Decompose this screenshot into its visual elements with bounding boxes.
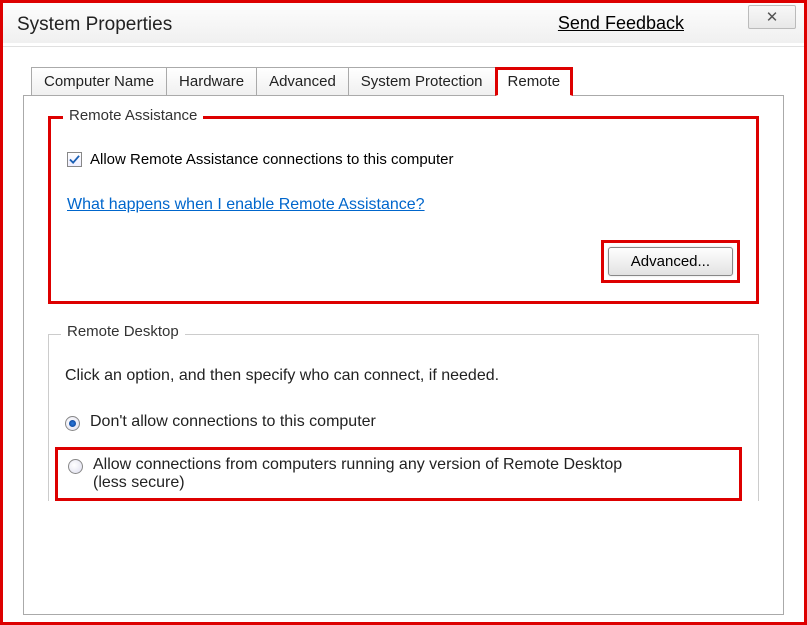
remote-desktop-instruction: Click an option, and then specify who ca… [65,367,742,385]
tab-system-protection[interactable]: System Protection [348,67,496,95]
remote-desktop-legend: Remote Desktop [61,323,185,340]
radio-allow-any[interactable] [68,459,83,474]
system-properties-window: System Properties Send Feedback ✕ Comput… [3,3,804,622]
close-icon: ✕ [766,8,779,26]
advanced-button-row: Advanced... [67,240,740,283]
send-feedback-link[interactable]: Send Feedback [558,13,684,34]
tab-computer-name[interactable]: Computer Name [31,67,167,95]
screenshot-highlight-border: System Properties Send Feedback ✕ Comput… [0,0,807,625]
titlebar: System Properties Send Feedback ✕ [3,3,804,47]
window-title: System Properties [17,14,172,36]
tab-remote[interactable]: Remote [495,67,574,96]
radio-dont-allow-row: Don't allow connections to this computer [65,413,742,431]
remote-desktop-group: Remote Desktop Click an option, and then… [48,334,759,501]
remote-assistance-group: Remote Assistance Allow Remote Assistanc… [48,116,759,304]
advanced-button[interactable]: Advanced... [608,247,733,276]
tab-strip: Computer Name Hardware Advanced System P… [31,67,784,95]
radio-allow-any-label: Allow connections from computers running… [93,456,653,492]
radio-dont-allow-label: Don't allow connections to this computer [90,413,376,431]
tab-hardware[interactable]: Hardware [166,67,257,95]
radio-dont-allow[interactable] [65,416,80,431]
close-button[interactable]: ✕ [748,5,796,29]
remote-assistance-help-link[interactable]: What happens when I enable Remote Assist… [67,196,425,213]
tab-advanced[interactable]: Advanced [256,67,349,95]
tab-pane-remote: Remote Assistance Allow Remote Assistanc… [23,95,784,615]
remote-assistance-legend: Remote Assistance [63,107,203,124]
radio-allow-any-row: Allow connections from computers running… [55,447,742,501]
allow-remote-assistance-checkbox[interactable] [67,152,82,167]
advanced-button-highlight: Advanced... [601,240,740,283]
allow-remote-assistance-label: Allow Remote Assistance connections to t… [90,151,454,168]
check-icon [69,154,80,165]
allow-remote-assistance-row: Allow Remote Assistance connections to t… [67,151,740,168]
content-area: Computer Name Hardware Advanced System P… [3,47,804,615]
